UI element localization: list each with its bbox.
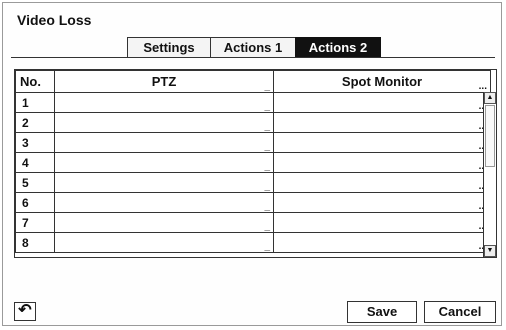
table-row: 7 _ ...: [15, 212, 491, 233]
spot-monitor-cell[interactable]: ...: [273, 212, 491, 233]
tab-divider: [11, 57, 495, 58]
ptz-marker[interactable]: _: [264, 182, 270, 192]
row-number: 7: [15, 212, 55, 233]
table-row: 4 _ ...: [15, 152, 491, 173]
table-header-row: No. PTZ _ Spot Monitor ...: [15, 70, 491, 93]
ptz-cell[interactable]: _: [54, 112, 274, 133]
ptz-marker[interactable]: _: [264, 142, 270, 152]
table-row: 1 _ ...: [15, 92, 491, 113]
column-header-ptz[interactable]: PTZ _: [54, 70, 274, 93]
back-arrow-icon: ↶: [18, 302, 32, 319]
table-row: 8 _ ...: [15, 232, 491, 253]
header-ptz-marker[interactable]: _: [264, 82, 270, 92]
spot-monitor-cell[interactable]: ...: [273, 192, 491, 213]
tab-actions-1[interactable]: Actions 1: [210, 37, 296, 57]
table-row: 3 _ ...: [15, 132, 491, 153]
spot-monitor-cell[interactable]: ...: [273, 152, 491, 173]
table-row: 2 _ ...: [15, 112, 491, 133]
tab-actions-2[interactable]: Actions 2: [295, 37, 381, 57]
spot-monitor-cell[interactable]: ...: [273, 172, 491, 193]
row-number: 2: [15, 112, 55, 133]
ptz-cell[interactable]: _: [54, 92, 274, 113]
ptz-marker[interactable]: _: [264, 102, 270, 112]
column-header-no: No.: [15, 70, 55, 93]
table-row: 6 _ ...: [15, 192, 491, 213]
cancel-button[interactable]: Cancel: [424, 301, 496, 323]
ptz-marker[interactable]: _: [264, 202, 270, 212]
actions-table: No. PTZ _ Spot Monitor ... 1 _ ... 2 _: [14, 69, 497, 258]
row-number: 1: [15, 92, 55, 113]
table-row: 5 _ ...: [15, 172, 491, 193]
row-number: 3: [15, 132, 55, 153]
spot-monitor-cell[interactable]: ...: [273, 92, 491, 113]
column-header-ptz-label: PTZ: [151, 74, 177, 89]
tab-bar: Settings Actions 1 Actions 2: [127, 37, 381, 58]
spot-monitor-cell[interactable]: ...: [273, 232, 491, 253]
scroll-up-icon[interactable]: ▲: [484, 92, 496, 104]
column-header-spot-monitor[interactable]: Spot Monitor ...: [273, 70, 491, 93]
ptz-marker[interactable]: _: [264, 122, 270, 132]
row-number: 6: [15, 192, 55, 213]
header-spot-marker[interactable]: ...: [479, 82, 487, 92]
row-number: 8: [15, 232, 55, 253]
scroll-down-icon[interactable]: ▼: [484, 245, 496, 257]
back-button[interactable]: ↶: [14, 302, 36, 321]
row-number: 5: [15, 172, 55, 193]
spot-monitor-cell[interactable]: ...: [273, 132, 491, 153]
ptz-cell[interactable]: _: [54, 152, 274, 173]
ptz-marker[interactable]: _: [264, 222, 270, 232]
ptz-marker[interactable]: _: [264, 242, 270, 252]
ptz-cell[interactable]: _: [54, 132, 274, 153]
save-button[interactable]: Save: [347, 301, 417, 323]
dialog-title: Video Loss: [17, 12, 92, 28]
tab-settings[interactable]: Settings: [127, 37, 211, 57]
row-number: 4: [15, 152, 55, 173]
column-header-spot-label: Spot Monitor: [341, 74, 423, 89]
ptz-marker[interactable]: _: [264, 162, 270, 172]
ptz-cell[interactable]: _: [54, 172, 274, 193]
ptz-cell[interactable]: _: [54, 212, 274, 233]
ptz-cell[interactable]: _: [54, 192, 274, 213]
vertical-scrollbar[interactable]: ▲ ▼: [483, 92, 496, 257]
scroll-thumb[interactable]: [485, 105, 495, 167]
ptz-cell[interactable]: _: [54, 232, 274, 253]
spot-monitor-cell[interactable]: ...: [273, 112, 491, 133]
